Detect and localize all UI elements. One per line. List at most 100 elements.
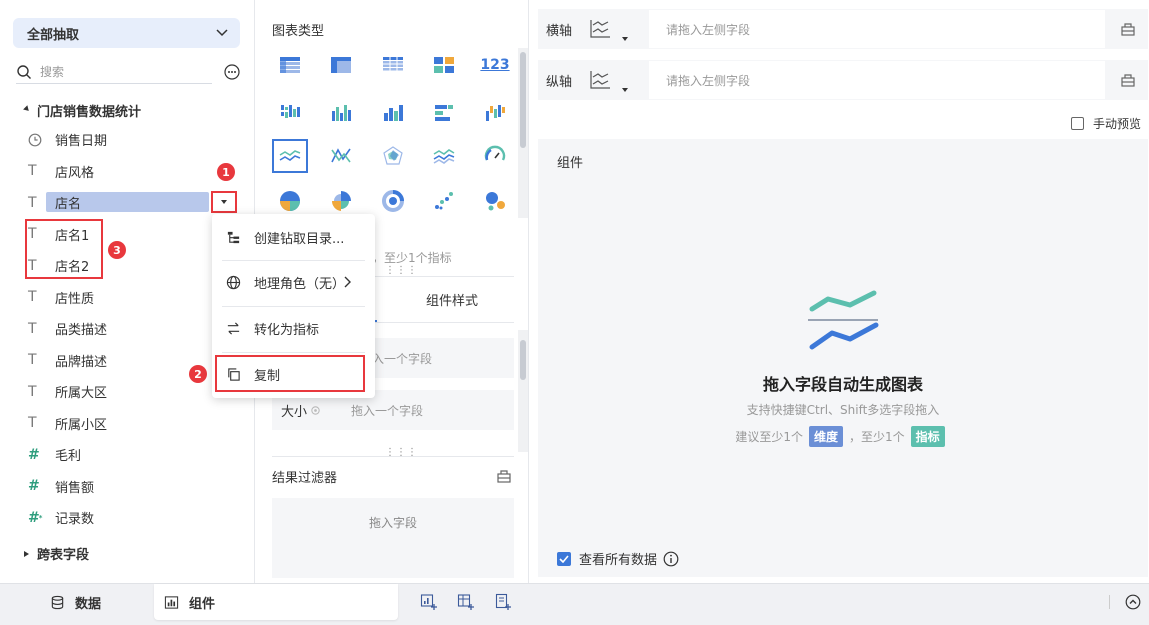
tab-widget[interactable]: 组件 [154, 584, 398, 620]
bar-chart-icon [164, 595, 179, 609]
info-icon[interactable] [663, 551, 679, 567]
step-badge-3: 3 [108, 241, 126, 259]
chart-grouped-table-icon[interactable] [272, 96, 308, 130]
menu-label: 地理角色（无） [254, 276, 346, 292]
extract-mode-label: 全部抽取 [27, 27, 80, 43]
menu-geo-role[interactable]: 地理角色（无） [212, 265, 375, 299]
field-item[interactable]: T 店名1 [20, 219, 240, 251]
filter-drop-zone[interactable]: 拖入字段 [272, 498, 514, 578]
chart-grid-scrollbar[interactable] [518, 48, 528, 218]
chevron-down-icon [216, 29, 228, 37]
search-input[interactable] [40, 64, 180, 79]
x-axis-settings-icon[interactable] [1120, 21, 1136, 37]
chart-bar-icon[interactable] [375, 96, 411, 130]
add-widget-icon[interactable] [420, 593, 438, 611]
chart-rose-icon[interactable] [323, 184, 359, 218]
chart-gauge-icon[interactable] [477, 139, 512, 173]
tree-cross-table[interactable]: 跨表字段 [24, 544, 89, 563]
text-type-icon: T [28, 320, 37, 337]
chart-pie-icon[interactable] [272, 184, 308, 218]
expand-triangle-icon [23, 105, 31, 113]
chart-radar-line-icon[interactable] [323, 139, 359, 173]
cross-table-label: 跨表字段 [37, 548, 90, 563]
collapse-up-icon[interactable] [1125, 594, 1141, 610]
x-axis-type-button[interactable] [588, 9, 628, 49]
field-item[interactable]: T 店名2 [20, 250, 240, 282]
step-badge-2: 2 [189, 365, 207, 383]
x-axis-drop-zone[interactable]: 请拖入左侧字段 [648, 9, 1106, 49]
manual-preview-checkbox[interactable] [1071, 117, 1084, 130]
manual-preview-toggle[interactable]: 手动预览 [1071, 115, 1141, 132]
chart-indicator-card-icon[interactable]: 123 [477, 48, 512, 82]
add-report-icon[interactable] [494, 593, 512, 611]
search-row [16, 60, 240, 84]
menu-copy[interactable]: 复制 [212, 357, 375, 391]
chart-kpi-block-icon[interactable] [426, 48, 462, 82]
tab-widget-style[interactable]: 组件样式 [426, 290, 478, 309]
field-item[interactable]: 销售日期 [20, 124, 240, 156]
view-all-data-toggle[interactable]: 查看所有数据 [557, 549, 679, 568]
globe-icon [226, 275, 241, 289]
caret-down-icon [622, 88, 628, 92]
rec-mid: ，至少1个 [849, 430, 905, 444]
field-item[interactable]: T 所属大区 [20, 376, 240, 408]
menu-label: 复制 [254, 368, 281, 384]
chart-crosstab-icon[interactable] [323, 48, 359, 82]
y-axis-type-button[interactable] [588, 60, 628, 100]
chart-donut-icon[interactable] [375, 184, 411, 218]
filter-settings-icon[interactable] [496, 468, 512, 484]
field-dropdown-button[interactable] [211, 191, 237, 213]
tab-data[interactable]: 数据 [50, 584, 101, 620]
tree-root-table[interactable]: 门店销售数据统计 [23, 101, 141, 120]
chart-scatter-icon[interactable] [426, 184, 462, 218]
chart-radar-icon[interactable] [375, 139, 411, 173]
x-axis-icon [590, 20, 610, 38]
widget-canvas[interactable]: 组件 拖入字段自动生成图表 支持快捷键Ctrl、Shift多选字段拖入 建议至少… [538, 139, 1148, 577]
chart-area-icon[interactable] [426, 139, 462, 173]
field-label: 品牌描述 [55, 354, 108, 370]
menu-separator [222, 352, 365, 353]
gear-icon [311, 405, 320, 415]
drill-tree-icon [227, 231, 240, 243]
x-axis-row: 横轴 请拖入左侧字段 [538, 9, 1148, 49]
more-options-icon[interactable] [224, 64, 240, 80]
add-table-icon[interactable] [457, 593, 475, 611]
menu-create-drill-directory[interactable]: 创建钻取目录... [212, 220, 375, 254]
field-item[interactable]: # 销售额 [20, 471, 240, 503]
chevron-right-icon [344, 276, 351, 288]
dimension-tag: 维度 [808, 426, 843, 447]
chart-line-icon[interactable] [272, 139, 308, 173]
indicator-card-text: 123 [480, 57, 510, 73]
step-badge-1: 1 [217, 163, 235, 181]
field-item[interactable]: # * 记录数 [20, 502, 240, 534]
chart-multi-bar-icon[interactable] [323, 96, 359, 130]
field-item-selected[interactable]: T 店名 [20, 187, 240, 219]
chart-table-icon[interactable] [272, 48, 308, 82]
chart-bubble-icon[interactable] [477, 184, 512, 218]
size-label: 大小 [281, 401, 321, 420]
extract-mode-select[interactable]: 全部抽取 [13, 18, 240, 48]
field-item[interactable]: T 店风格 [20, 156, 240, 188]
chart-waterfall-icon[interactable] [477, 96, 512, 130]
config-scrollbar[interactable] [518, 330, 528, 452]
tab-widget-label: 组件 [189, 596, 216, 612]
divider [272, 456, 514, 457]
number-type-icon: # [28, 478, 40, 495]
field-item[interactable]: T 店性质 [20, 282, 240, 314]
view-all-checkbox[interactable] [557, 551, 571, 566]
field-item[interactable]: T 所属小区 [20, 408, 240, 440]
field-item[interactable]: # 毛利 [20, 439, 240, 471]
field-item[interactable]: T 品牌描述 [20, 345, 240, 377]
field-label: 销售额 [55, 480, 95, 496]
chart-detail-table-icon[interactable] [375, 48, 411, 82]
chart-horizontal-bar-icon[interactable] [426, 96, 462, 130]
text-type-icon: T [28, 383, 37, 400]
y-axis-settings-icon[interactable] [1120, 72, 1136, 88]
drag-handle-icon[interactable]: ⋮⋮⋮ [385, 266, 417, 276]
y-axis-drop-zone[interactable]: 请拖入左侧字段 [648, 60, 1106, 100]
field-label: 记录数 [55, 512, 95, 528]
menu-separator [222, 306, 365, 307]
menu-convert-to-metric[interactable]: 转化为指标 [212, 311, 375, 345]
field-label: 店名1 [55, 228, 90, 244]
field-item[interactable]: T 品类描述 [20, 313, 240, 345]
